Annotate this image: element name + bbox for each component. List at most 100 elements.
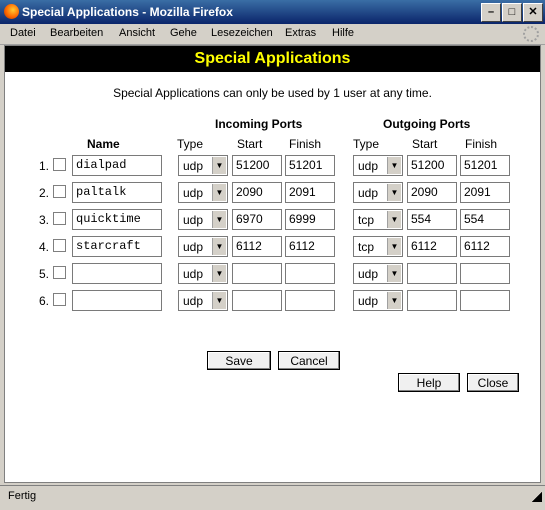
incoming-start-input[interactable]: 6112 [232, 236, 282, 257]
incoming-type-value: udp [183, 186, 204, 200]
incoming-type-select[interactable]: udp ▼ [178, 209, 228, 230]
app-name-input[interactable]: dialpad [72, 155, 162, 176]
row-enable-checkbox[interactable] [53, 158, 66, 171]
resize-grip-icon[interactable] [532, 492, 542, 502]
outgoing-type-value: tcp [358, 213, 375, 227]
outgoing-finish-header: Finish [465, 137, 498, 151]
outgoing-type-select[interactable]: udp ▼ [353, 155, 403, 176]
incoming-finish-header: Finish [289, 137, 322, 151]
incoming-type-value: udp [183, 159, 204, 173]
row-enable-checkbox[interactable] [53, 266, 66, 279]
row-number: 5. [38, 267, 49, 281]
chevron-down-icon: ▼ [212, 184, 226, 201]
chevron-down-icon: ▼ [212, 238, 226, 255]
outgoing-type-select[interactable]: udp ▼ [353, 182, 403, 203]
incoming-start-input[interactable]: 51200 [232, 155, 282, 176]
outgoing-type-select[interactable]: tcp ▼ [353, 236, 403, 257]
incoming-start-header: Start [237, 137, 263, 151]
incoming-type-select[interactable]: udp ▼ [178, 263, 228, 284]
row-number: 6. [38, 294, 49, 308]
outgoing-ports-heading: Outgoing Ports [383, 117, 471, 131]
page-content: Special Applications Special Application… [4, 45, 541, 483]
row-number: 2. [38, 186, 49, 200]
table-row: 4. starcraft udp ▼ 6112 6112 tcp ▼ 6112 6112 [5, 236, 540, 258]
row-enable-checkbox[interactable] [53, 212, 66, 225]
incoming-finish-input[interactable]: 2091 [285, 182, 335, 203]
chevron-down-icon: ▼ [387, 157, 401, 174]
menu-ansicht[interactable]: Ansicht [119, 27, 155, 39]
row-enable-checkbox[interactable] [53, 185, 66, 198]
outgoing-finish-input[interactable]: 51201 [460, 155, 510, 176]
table-row: 6. udp ▼ udp ▼ [5, 290, 540, 312]
outgoing-finish-input[interactable]: 2091 [460, 182, 510, 203]
app-name-input[interactable] [72, 290, 162, 311]
outgoing-start-input[interactable]: 554 [407, 209, 457, 230]
chevron-down-icon: ▼ [387, 184, 401, 201]
outgoing-start-input[interactable] [407, 263, 457, 284]
outgoing-start-input[interactable]: 51200 [407, 155, 457, 176]
incoming-start-input[interactable]: 2090 [232, 182, 282, 203]
outgoing-finish-input[interactable]: 6112 [460, 236, 510, 257]
table-row: 2. paltalk udp ▼ 2090 2091 udp ▼ 2090 2091 [5, 182, 540, 204]
outgoing-finish-input[interactable] [460, 263, 510, 284]
outgoing-type-value: udp [358, 186, 379, 200]
chevron-down-icon: ▼ [212, 265, 226, 282]
row-enable-checkbox[interactable] [53, 293, 66, 306]
close-window-button[interactable]: ✕ [523, 3, 543, 22]
menu-hilfe[interactable]: Hilfe [332, 27, 354, 39]
minimize-button[interactable]: – [481, 3, 501, 22]
maximize-button[interactable]: □ [502, 3, 522, 22]
incoming-finish-input[interactable] [285, 263, 335, 284]
incoming-finish-input[interactable]: 6112 [285, 236, 335, 257]
table-row: 3. quicktime udp ▼ 6970 6999 tcp ▼ 554 554 [5, 209, 540, 231]
menu-datei[interactable]: Datei [10, 27, 36, 39]
chevron-down-icon: ▼ [212, 211, 226, 228]
outgoing-finish-input[interactable]: 554 [460, 209, 510, 230]
usage-note: Special Applications can only be used by… [113, 86, 432, 100]
close-button[interactable]: Close [467, 373, 519, 392]
incoming-type-select[interactable]: udp ▼ [178, 236, 228, 257]
outgoing-start-input[interactable] [407, 290, 457, 311]
menu-lesezeichen[interactable]: Lesezeichen [211, 27, 273, 39]
incoming-finish-input[interactable]: 51201 [285, 155, 335, 176]
menu-bearbeiten[interactable]: Bearbeiten [50, 27, 103, 39]
save-button[interactable]: Save [207, 351, 271, 370]
help-button[interactable]: Help [398, 373, 460, 392]
incoming-type-select[interactable]: udp ▼ [178, 290, 228, 311]
incoming-ports-heading: Incoming Ports [215, 117, 303, 131]
status-text: Fertig [8, 490, 37, 502]
incoming-finish-input[interactable]: 6999 [285, 209, 335, 230]
firefox-logo-icon [4, 4, 19, 19]
app-name-input[interactable]: quicktime [72, 209, 162, 230]
row-enable-checkbox[interactable] [53, 239, 66, 252]
incoming-start-input[interactable]: 6970 [232, 209, 282, 230]
app-name-input[interactable] [72, 263, 162, 284]
menu-gehe[interactable]: Gehe [170, 27, 197, 39]
chevron-down-icon: ▼ [387, 238, 401, 255]
app-name-input[interactable]: starcraft [72, 236, 162, 257]
cancel-button[interactable]: Cancel [278, 351, 340, 370]
outgoing-type-select[interactable]: udp ▼ [353, 290, 403, 311]
app-name-input[interactable]: paltalk [72, 182, 162, 203]
outgoing-type-select[interactable]: tcp ▼ [353, 209, 403, 230]
outgoing-start-input[interactable]: 2090 [407, 182, 457, 203]
menu-extras[interactable]: Extras [285, 27, 316, 39]
incoming-type-select[interactable]: udp ▼ [178, 182, 228, 203]
incoming-type-value: udp [183, 294, 204, 308]
incoming-start-input[interactable] [232, 263, 282, 284]
window-titlebar: Special Applications - Mozilla Firefox –… [0, 0, 545, 24]
table-row: 1. dialpad udp ▼ 51200 51201 udp ▼ 51200 51201 [5, 155, 540, 177]
outgoing-finish-input[interactable] [460, 290, 510, 311]
outgoing-type-select[interactable]: udp ▼ [353, 263, 403, 284]
incoming-finish-input[interactable] [285, 290, 335, 311]
name-column-header: Name [87, 137, 120, 151]
incoming-type-value: udp [183, 240, 204, 254]
outgoing-type-value: udp [358, 294, 379, 308]
outgoing-start-header: Start [412, 137, 438, 151]
incoming-type-select[interactable]: udp ▼ [178, 155, 228, 176]
chevron-down-icon: ▼ [212, 157, 226, 174]
table-row: 5. udp ▼ udp ▼ [5, 263, 540, 285]
incoming-start-input[interactable] [232, 290, 282, 311]
chevron-down-icon: ▼ [387, 265, 401, 282]
outgoing-start-input[interactable]: 6112 [407, 236, 457, 257]
